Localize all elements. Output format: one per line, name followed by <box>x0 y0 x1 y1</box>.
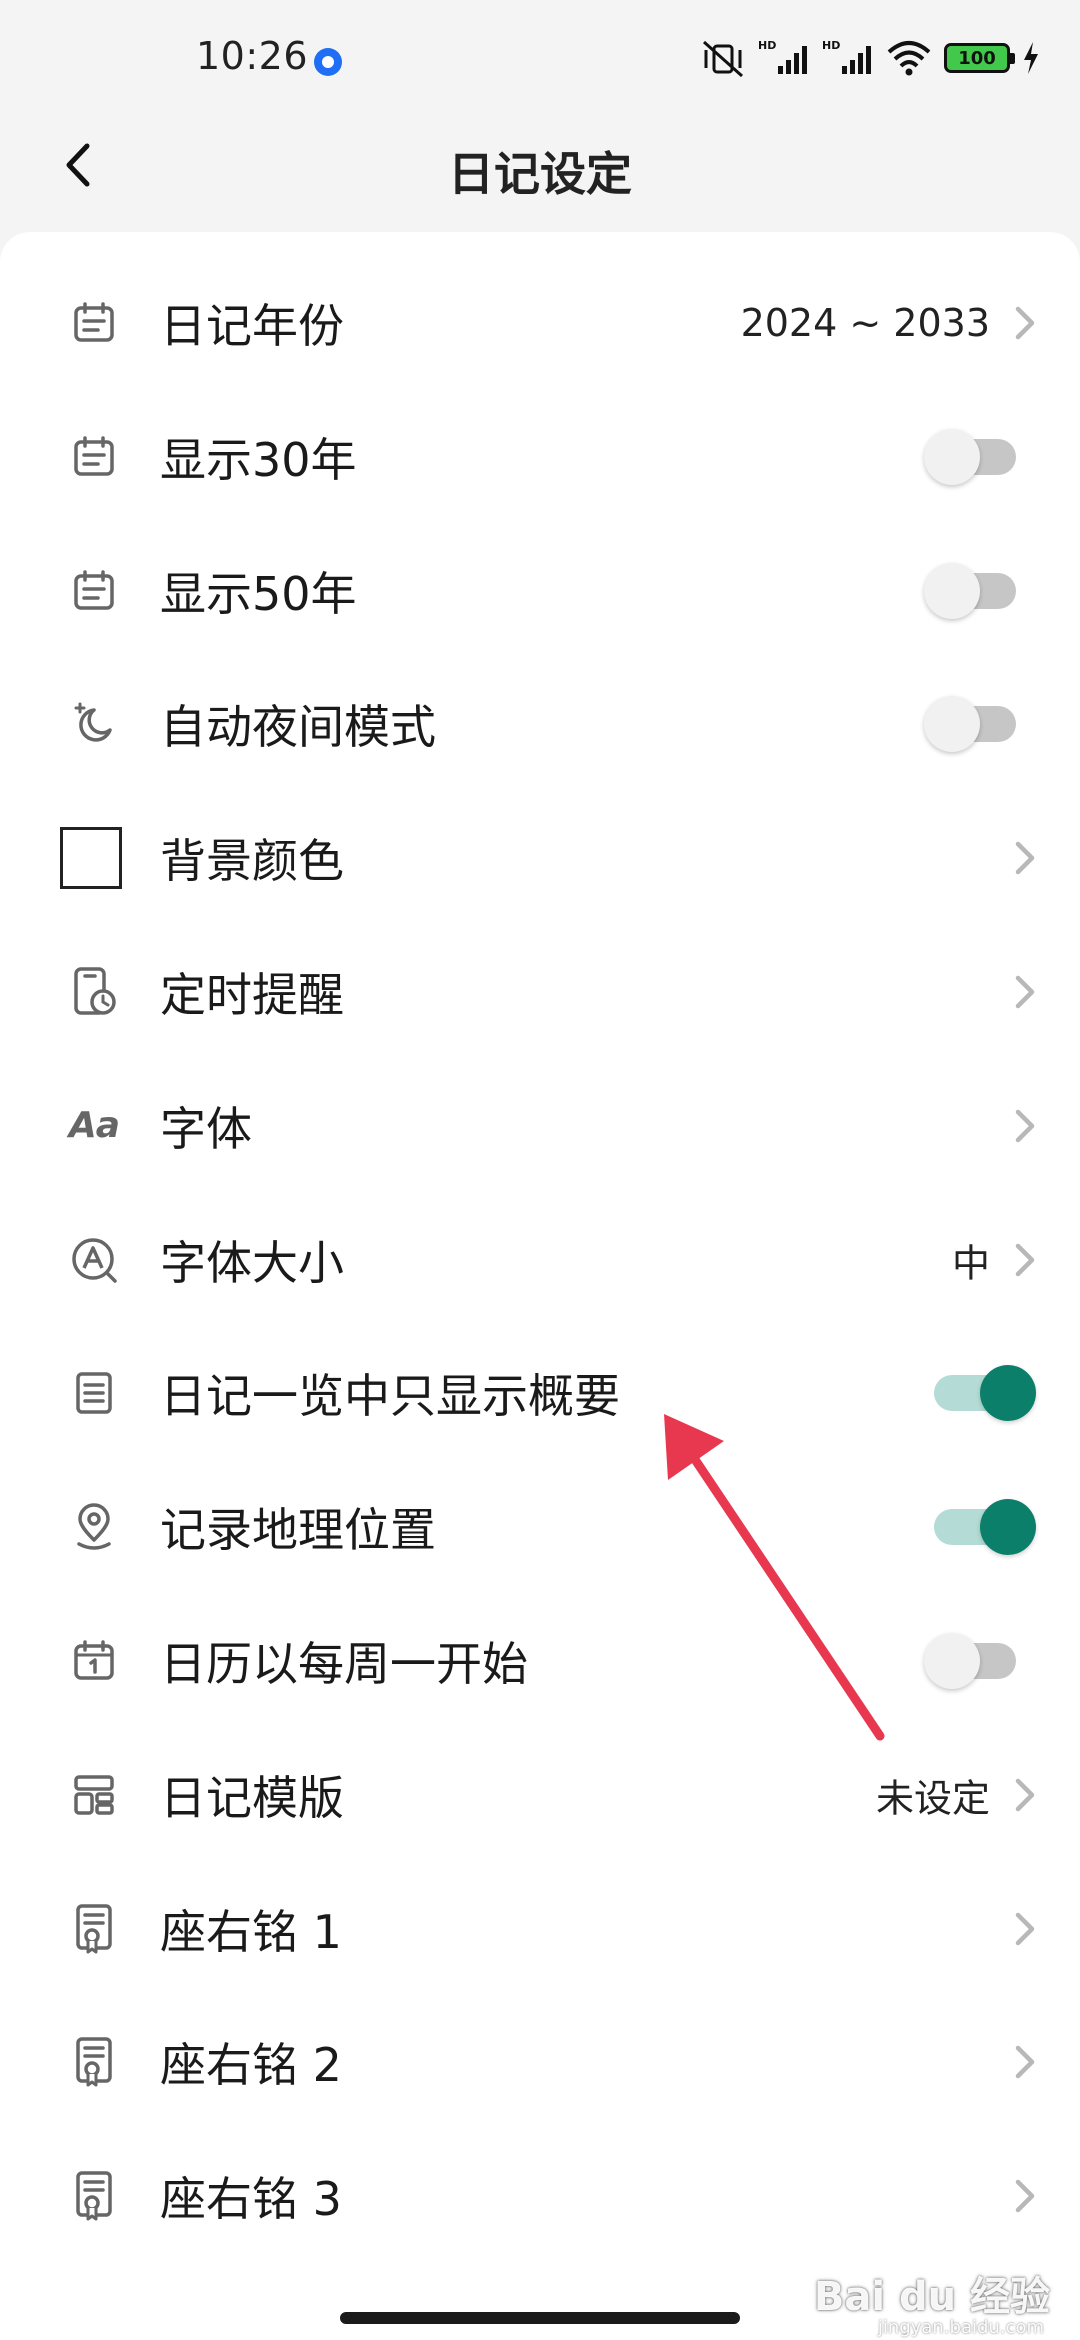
settings-row[interactable]: 记录地理位置 <box>0 1460 1080 1594</box>
settings-row[interactable]: 日记一览中只显示概要 <box>0 1326 1080 1460</box>
settings-row-value: 2024 ~ 2033 <box>740 301 990 345</box>
settings-row-label: 座右铭 1 <box>160 1904 342 1959</box>
toggle-switch[interactable] <box>934 1499 1036 1556</box>
battery-icon: 100 <box>944 43 1015 73</box>
chevron-right-icon <box>1008 1240 1040 1280</box>
settings-row-label: 自动夜间模式 <box>160 700 436 755</box>
settings-row-label: 显示30年 <box>160 432 357 487</box>
settings-row-label: 定时提醒 <box>160 968 344 1022</box>
chevron-right-icon <box>1008 2176 1040 2216</box>
settings-row[interactable]: 座右铭 1 <box>0 1862 1080 1996</box>
template-icon <box>62 1763 126 1827</box>
settings-list: 日记年份 2024 ~ 2033 显示30年显示50年自动夜间模式 背景颜色定时提醒 A… <box>0 232 1080 2340</box>
toggle-knob <box>980 1499 1036 1556</box>
svg-text:HD: HD <box>758 39 776 52</box>
watermark-sub: jingyan.baidu.com <box>877 2317 1044 2338</box>
watermark: Bai du 经验 <box>813 2274 1050 2320</box>
toggle-knob <box>980 1365 1036 1422</box>
location-pin-icon <box>62 1495 126 1559</box>
signal-hd-icon: HD <box>758 39 807 74</box>
settings-row[interactable]: 日历以每周一开始 <box>0 1594 1080 1728</box>
settings-row-label: 背景颜色 <box>160 834 344 889</box>
certificate-icon <box>62 1897 126 1961</box>
calendar-icon <box>62 559 126 623</box>
settings-row[interactable]: 显示50年 <box>0 524 1080 658</box>
certificate-icon <box>62 2164 126 2228</box>
chevron-right-icon <box>1008 1909 1040 1949</box>
settings-row[interactable]: 字体大小 中 <box>0 1193 1080 1327</box>
settings-row[interactable]: 日记模版 未设定 <box>0 1728 1080 1862</box>
document-icon <box>62 1361 126 1425</box>
header: 日记设定 <box>0 110 1080 220</box>
settings-row-label: 座右铭 2 <box>160 2038 342 2093</box>
settings-row-label: 记录地理位置 <box>160 1503 436 1558</box>
chevron-right-icon <box>1008 1775 1040 1815</box>
settings-row-label: 字体大小 <box>160 1235 344 1290</box>
home-indicator[interactable] <box>340 2312 740 2324</box>
vibrate-mute-icon <box>702 40 744 78</box>
toggle-knob <box>924 562 980 619</box>
chevron-right-icon <box>1008 1106 1040 1146</box>
toggle-switch[interactable] <box>924 428 1016 485</box>
settings-row-label: 日记年份 <box>160 299 344 353</box>
settings-row-label: 日记模版 <box>160 1770 344 1825</box>
svg-text:HD: HD <box>822 39 840 52</box>
charging-icon <box>1024 42 1038 74</box>
settings-row[interactable]: 自动夜间模式 <box>0 657 1080 791</box>
settings-row-label: 显示50年 <box>160 566 357 621</box>
battery-level: 100 <box>958 47 996 69</box>
moon-icon <box>62 692 126 756</box>
chevron-right-icon <box>1008 2042 1040 2082</box>
settings-row[interactable]: 显示30年 <box>0 390 1080 524</box>
status-time: 10:26 <box>196 34 309 78</box>
settings-row-value: 中 <box>951 1241 990 1286</box>
toggle-knob <box>924 696 980 753</box>
settings-row[interactable]: 定时提醒 <box>0 925 1080 1059</box>
settings-row-label: 日历以每周一开始 <box>160 1637 528 1691</box>
page-title: 日记设定 <box>448 147 632 201</box>
color-swatch-icon <box>60 826 126 890</box>
chevron-right-icon <box>1008 838 1040 878</box>
toggle-knob <box>924 1633 980 1689</box>
toggle-switch[interactable] <box>924 562 1016 619</box>
settings-row-label: 字体 <box>160 1101 252 1156</box>
settings-row-label: 座右铭 3 <box>160 2172 342 2227</box>
settings-row[interactable]: 座右铭 3 <box>0 2129 1080 2263</box>
settings-row[interactable]: 座右铭 2 <box>0 1995 1080 2129</box>
status-icons: HD HD 100 <box>700 38 1040 78</box>
calendar-icon <box>62 291 126 355</box>
settings-row-value: 未设定 <box>875 1776 990 1821</box>
wifi-icon <box>887 41 931 76</box>
chevron-right-icon <box>1008 303 1040 343</box>
settings-row[interactable]: 背景颜色 <box>0 791 1080 925</box>
phone-clock-icon <box>62 960 126 1024</box>
toggle-switch[interactable] <box>924 696 1016 753</box>
calendar-one-icon <box>62 1629 126 1693</box>
settings-row[interactable]: Aa 字体 <box>0 1059 1080 1193</box>
font-size-icon <box>62 1228 126 1292</box>
notification-dot-icon <box>314 48 342 76</box>
toggle-switch[interactable] <box>934 1365 1036 1422</box>
chevron-right-icon <box>1008 972 1040 1012</box>
toggle-knob <box>924 428 980 485</box>
calendar-icon <box>62 425 126 489</box>
certificate-icon <box>62 2030 126 2094</box>
font-icon: Aa <box>68 1105 120 1147</box>
settings-row-label: 日记一览中只显示概要 <box>160 1369 620 1424</box>
status-bar: 10:26 HD HD 100 <box>0 0 1080 120</box>
toggle-switch[interactable] <box>924 1633 1016 1689</box>
settings-row[interactable]: 日记年份 2024 ~ 2033 <box>0 256 1080 390</box>
signal-hd-icon-2: HD <box>822 39 871 74</box>
